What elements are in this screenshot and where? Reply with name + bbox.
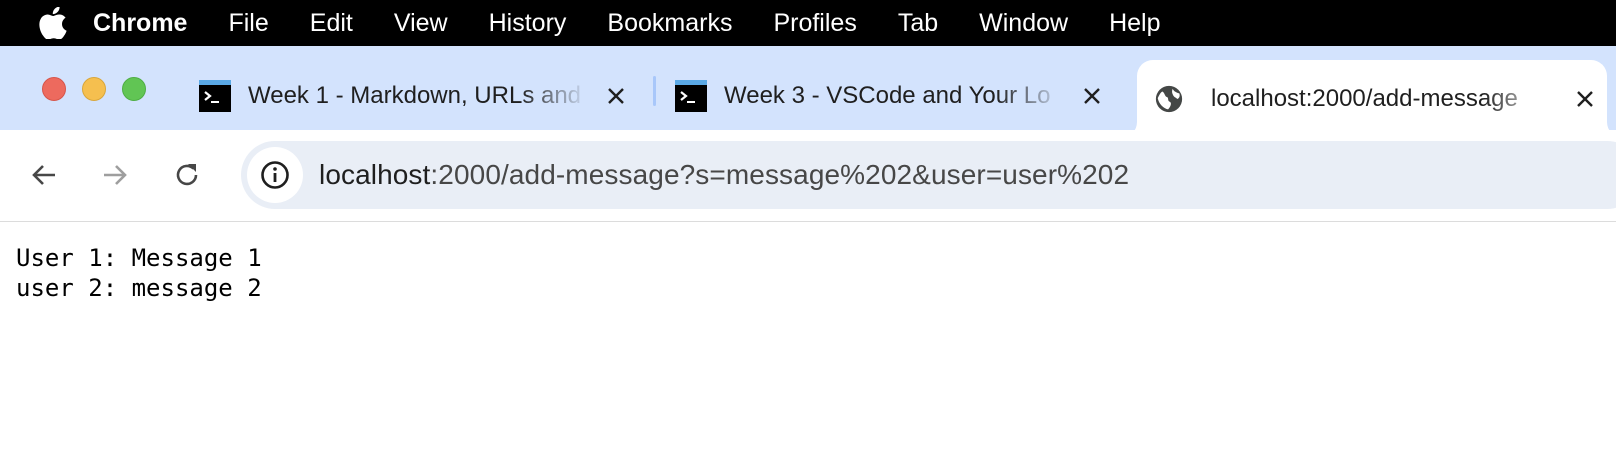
apple-logo-icon[interactable] bbox=[33, 0, 73, 46]
tab-week-3[interactable]: Week 3 - VSCode and Your Lo bbox=[675, 62, 1105, 130]
forward-button[interactable] bbox=[93, 153, 137, 197]
tab-close-icon[interactable] bbox=[1573, 87, 1597, 111]
menu-chrome[interactable]: Chrome bbox=[93, 9, 187, 38]
reload-button[interactable] bbox=[165, 153, 209, 197]
terminal-icon bbox=[199, 80, 231, 112]
terminal-icon bbox=[675, 80, 707, 112]
url-path: :2000/add-message?s=message%202&user=use… bbox=[430, 159, 1130, 190]
tab-title: localhost:2000/add-message bbox=[1211, 85, 1518, 112]
arrow-left-icon bbox=[32, 165, 55, 185]
url-text[interactable]: localhost:2000/add-message?s=message%202… bbox=[319, 159, 1129, 191]
tab-week-1[interactable]: Week 1 - Markdown, URLs and bbox=[199, 62, 629, 130]
macos-menu-bar: Chrome File Edit View History Bookmarks … bbox=[0, 0, 1616, 46]
tab-title: Week 3 - VSCode and Your Lo bbox=[724, 82, 1051, 109]
tab-separator bbox=[653, 76, 656, 106]
arrow-right-icon bbox=[104, 165, 127, 185]
menu-edit[interactable]: Edit bbox=[310, 9, 353, 38]
message-line: User 1: Message 1 bbox=[16, 244, 262, 272]
menu-bookmarks[interactable]: Bookmarks bbox=[607, 9, 732, 38]
menu-tab[interactable]: Tab bbox=[898, 9, 938, 38]
window-close-button[interactable] bbox=[42, 77, 66, 101]
tab-close-icon[interactable] bbox=[1080, 84, 1104, 108]
window-minimize-button[interactable] bbox=[82, 77, 106, 101]
info-icon bbox=[261, 161, 289, 189]
tab-strip: Week 1 - Markdown, URLs and Week 3 - VSC… bbox=[0, 46, 1616, 138]
menu-file[interactable]: File bbox=[228, 9, 268, 38]
page-content: User 1: Message 1 user 2: message 2 bbox=[0, 223, 1616, 462]
globe-icon bbox=[1155, 85, 1183, 113]
menu-view[interactable]: View bbox=[394, 9, 448, 38]
browser-toolbar: localhost:2000/add-message?s=message%202… bbox=[0, 130, 1616, 222]
menu-window[interactable]: Window bbox=[979, 9, 1068, 38]
tab-close-icon[interactable] bbox=[604, 84, 628, 108]
message-line: user 2: message 2 bbox=[16, 274, 262, 302]
menu-profiles[interactable]: Profiles bbox=[773, 9, 856, 38]
back-button[interactable] bbox=[22, 153, 66, 197]
menu-help[interactable]: Help bbox=[1109, 9, 1160, 38]
window-zoom-button[interactable] bbox=[122, 77, 146, 101]
tab-title: Week 1 - Markdown, URLs and bbox=[248, 82, 582, 109]
address-bar[interactable]: localhost:2000/add-message?s=message%202… bbox=[241, 141, 1616, 209]
page-text: User 1: Message 1 user 2: message 2 bbox=[16, 243, 262, 303]
tab-localhost-active[interactable]: localhost:2000/add-message bbox=[1121, 60, 1616, 138]
url-host: localhost bbox=[319, 159, 431, 190]
reload-icon bbox=[176, 164, 198, 186]
site-info-button[interactable] bbox=[247, 147, 303, 203]
menu-history[interactable]: History bbox=[489, 9, 567, 38]
